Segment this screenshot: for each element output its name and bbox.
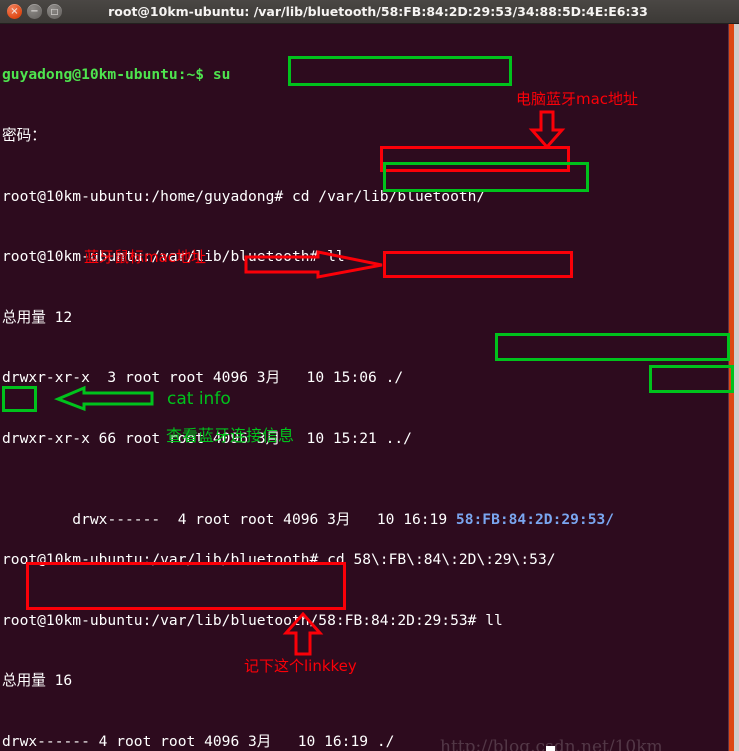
annotation-mouse-mac-label: 蓝牙鼠标mac地址: [84, 248, 207, 266]
annotation-linkkey-note-label: 记下这个linkkey: [244, 657, 357, 675]
terminal-window: × − □ root@10km-ubuntu: /var/lib/bluetoo…: [0, 0, 739, 751]
terminal-line: 总用量 12: [2, 308, 73, 326]
terminal-line: 密码：: [2, 127, 46, 144]
highlight-box-cat-info: [649, 365, 734, 393]
terminal-line: 总用量 16: [2, 672, 73, 690]
close-icon: ×: [10, 6, 19, 17]
minimize-icon: −: [30, 6, 39, 17]
terminal-line: drwxr-xr-x 3 root root 4096 3月 10 15:06 …: [2, 369, 404, 387]
highlight-box-cat-info-wrap: [2, 386, 37, 412]
highlight-box-cd-computer-mac: [383, 162, 589, 192]
red-up-arrow-icon: [282, 611, 324, 656]
terminal-line: root@10km-ubuntu:/home/guyadong# cd /var…: [2, 187, 486, 205]
annotation-computer-mac-label: 电脑蓝牙mac地址: [516, 90, 639, 108]
highlight-box-linkkey: [26, 562, 346, 610]
green-left-arrow-icon: [53, 385, 154, 412]
highlight-box-cd-mouse-mac: [495, 333, 730, 361]
terminal-line-dir: drwx------ 4 root root 4096 3月 10 16:19 …: [2, 490, 727, 528]
terminal-line: drwxr-xr-x 66 root root 4096 3月 10 15:21…: [2, 429, 412, 447]
window-titlebar: × − □ root@10km-ubuntu: /var/lib/bluetoo…: [0, 0, 739, 24]
highlight-box-cd-bluetooth: [288, 56, 512, 86]
maximize-icon: □: [50, 7, 59, 16]
terminal-line: root@10km-ubuntu:/var/lib/bluetooth/58:F…: [2, 611, 503, 629]
annotation-cat-info-label: cat info: [167, 389, 231, 409]
listing-meta: drwx------ 4 root root 4096 3月 10 16:19: [72, 510, 456, 528]
red-right-arrow-icon: [244, 250, 383, 279]
red-down-arrow-icon: [528, 110, 566, 150]
highlight-box-mouse-mac: [383, 251, 573, 278]
minimize-button[interactable]: −: [27, 4, 42, 19]
window-title: root@10km-ubuntu: /var/lib/bluetooth/58:…: [108, 4, 648, 19]
close-button[interactable]: ×: [7, 4, 22, 19]
annotation-view-connection-label: 查看蓝牙连接信息: [166, 426, 295, 445]
dir-name-computer-mac: 58:FB:84:2D:29:53/: [455, 510, 615, 528]
maximize-button[interactable]: □: [47, 4, 62, 19]
terminal-cursor: [546, 746, 555, 751]
